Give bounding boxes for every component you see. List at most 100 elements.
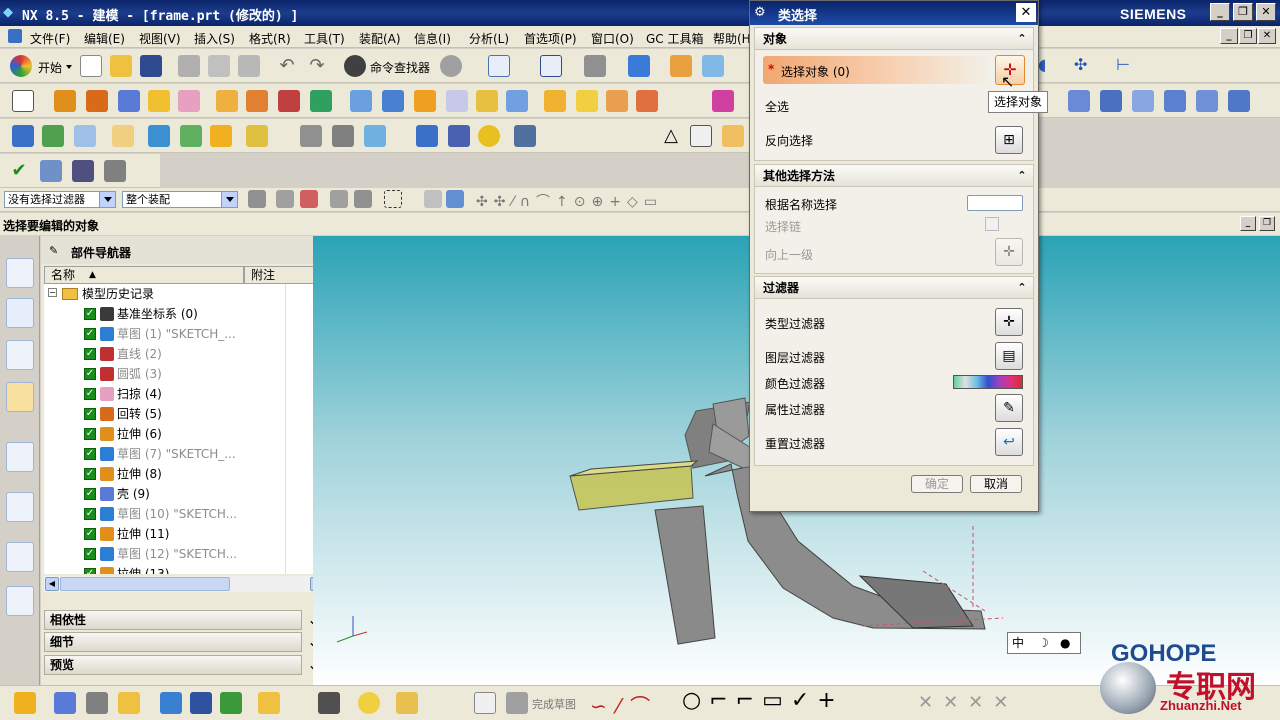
tree-row[interactable]: ✓ 基准坐标系 (0) <box>44 304 285 324</box>
sweep-surface-icon[interactable] <box>606 90 628 112</box>
split-body-icon[interactable] <box>506 90 528 112</box>
surface-op-6-icon[interactable] <box>1228 90 1250 112</box>
rectangle-select-icon[interactable] <box>384 190 402 208</box>
graph-icon[interactable] <box>104 160 126 182</box>
fit-view-icon[interactable] <box>540 55 562 77</box>
constraint-navigator-icon[interactable] <box>6 298 34 328</box>
tree-row[interactable]: ✓ 草图 (12) "SKETCH... <box>44 544 285 564</box>
up-one-level-button[interactable]: ✛ <box>995 238 1023 266</box>
sketch-curve-tools-icons[interactable]: ∽⁄⌒ <box>590 690 660 719</box>
start-dropdown-icon[interactable] <box>66 65 72 69</box>
dialog-close-icon[interactable]: ✕ <box>1016 3 1036 22</box>
unite-icon[interactable] <box>310 90 332 112</box>
reset-filter-button[interactable]: ↩ <box>995 428 1023 456</box>
tree-row[interactable]: ✓ 回转 (5) <box>44 404 285 424</box>
shell-icon[interactable] <box>414 90 436 112</box>
menu-assembly[interactable]: 装配(A) <box>359 30 401 47</box>
preview-panel[interactable]: 预览 ⌄ <box>44 655 318 675</box>
tree-row[interactable]: ✓ 拉伸 (13) <box>44 564 285 574</box>
pin-icon[interactable]: ✎ <box>49 244 58 257</box>
visibility-checkbox[interactable]: ✓ <box>84 428 96 440</box>
details-panel[interactable]: 细节 ⌄ <box>44 632 318 652</box>
visibility-checkbox[interactable]: ✓ <box>84 388 96 400</box>
revolve-icon[interactable] <box>86 90 108 112</box>
filter-section-header[interactable]: 过滤器 ⌃ <box>755 277 1033 299</box>
sketch-constraint-tools-icons[interactable]: ✕✕✕✕ <box>918 692 1018 713</box>
filter-collapse-icon[interactable]: ⌃ <box>1013 279 1031 297</box>
app-menu-icon[interactable] <box>8 29 22 43</box>
tree-row[interactable]: ✓ 拉伸 (6) <box>44 424 285 444</box>
bottom-tool-4-icon[interactable] <box>118 692 140 714</box>
name-column-header[interactable]: 名称 ▲ <box>44 266 244 284</box>
triangle-icon[interactable]: △ <box>660 125 682 147</box>
collapse-icon[interactable]: − <box>48 288 57 297</box>
bottom-tool-7-icon[interactable] <box>220 692 242 714</box>
face-icon[interactable] <box>544 90 566 112</box>
synchronous-icon[interactable] <box>712 90 734 112</box>
tree-row[interactable]: ✓ 圆弧 (3) <box>44 364 285 384</box>
extrude-icon[interactable] <box>54 90 76 112</box>
tree-row[interactable]: ✓ 草图 (10) "SKETCH... <box>44 504 285 524</box>
measure-icon[interactable]: ✣ <box>1074 55 1096 77</box>
part-navigator-icon[interactable] <box>6 340 34 370</box>
cylinder-icon[interactable] <box>148 90 170 112</box>
doc-close-button[interactable]: ✕ <box>1258 28 1276 44</box>
visibility-checkbox[interactable]: ✓ <box>84 508 96 520</box>
filter-tool-4-icon[interactable] <box>354 190 372 208</box>
cut-icon[interactable] <box>178 55 200 77</box>
mesh-surface-icon[interactable] <box>636 90 658 112</box>
command-finder-icon[interactable] <box>344 55 366 77</box>
info-icon[interactable] <box>488 55 510 77</box>
select-face-icon[interactable] <box>424 190 442 208</box>
move-to-layer-icon[interactable] <box>74 125 96 147</box>
tree-root[interactable]: − 模型历史记录 <box>44 284 285 304</box>
start-icon[interactable] <box>10 55 32 77</box>
tree-row[interactable]: ✓ 草图 (7) "SKETCH_... <box>44 444 285 464</box>
type-filter-button[interactable]: ✛ <box>995 308 1023 336</box>
select-body-icon[interactable] <box>446 190 464 208</box>
bottom-tool-1-icon[interactable] <box>14 692 36 714</box>
menu-window[interactable]: 窗口(O) <box>591 30 634 47</box>
finish-sketch-label[interactable]: 完成草图 <box>532 696 576 712</box>
cancel-button[interactable]: 取消 <box>970 475 1022 493</box>
visibility-checkbox[interactable]: ✓ <box>84 548 96 560</box>
visibility-checkbox[interactable]: ✓ <box>84 468 96 480</box>
pmi-icon[interactable] <box>246 125 268 147</box>
bottom-tool-3-icon[interactable] <box>86 692 108 714</box>
type-filter-combo[interactable]: 没有选择过滤器 <box>4 191 116 208</box>
user-icon[interactable]: ● <box>1060 633 1070 653</box>
filter-tool-2-icon[interactable] <box>276 190 294 208</box>
datum-csys-icon[interactable] <box>12 125 34 147</box>
tree-row[interactable]: ✓ 草图 (1) "SKETCH_... <box>44 324 285 344</box>
menu-analysis[interactable]: 分析(L) <box>469 30 509 47</box>
menu-edit[interactable]: 编辑(E) <box>84 30 125 47</box>
cue-restore-button[interactable]: ❐ <box>1259 216 1275 231</box>
doc-restore-button[interactable]: ❐ <box>1239 28 1257 44</box>
maximize-button[interactable]: ❐ <box>1233 3 1253 21</box>
check-mate-icon[interactable]: ✔ <box>8 160 30 182</box>
pattern-icon[interactable] <box>278 90 300 112</box>
visibility-checkbox[interactable]: ✓ <box>84 368 96 380</box>
menu-preferences[interactable]: 首选项(P) <box>524 30 577 47</box>
invert-selection-label[interactable]: 反向选择 <box>765 132 813 149</box>
layer-filter-button[interactable]: ▤ <box>995 342 1023 370</box>
surface-op-4-icon[interactable] <box>1164 90 1186 112</box>
paste-icon[interactable] <box>238 55 260 77</box>
select-object-row[interactable]: * 选择对象 (0) <box>763 56 991 84</box>
tree-horizontal-scrollbar[interactable]: ◀ ▶ <box>44 576 326 592</box>
curve-icon[interactable] <box>332 125 354 147</box>
layer-icon[interactable] <box>670 55 692 77</box>
measure-distance-icon[interactable] <box>478 125 500 147</box>
edge-blend-icon[interactable] <box>350 90 372 112</box>
sketch-icon[interactable] <box>12 90 34 112</box>
close-button[interactable]: ✕ <box>1256 3 1276 21</box>
visibility-checkbox[interactable]: ✓ <box>84 328 96 340</box>
touch-mode-icon[interactable] <box>440 55 462 77</box>
assembly-icon[interactable] <box>180 125 202 147</box>
object-collapse-icon[interactable]: ⌃ <box>1013 30 1031 48</box>
new-file-icon[interactable] <box>80 55 102 77</box>
finish-sketch-icon[interactable] <box>506 692 528 714</box>
visibility-checkbox[interactable]: ✓ <box>84 308 96 320</box>
annotation-icon[interactable] <box>112 125 134 147</box>
wcs-icon[interactable] <box>702 55 724 77</box>
